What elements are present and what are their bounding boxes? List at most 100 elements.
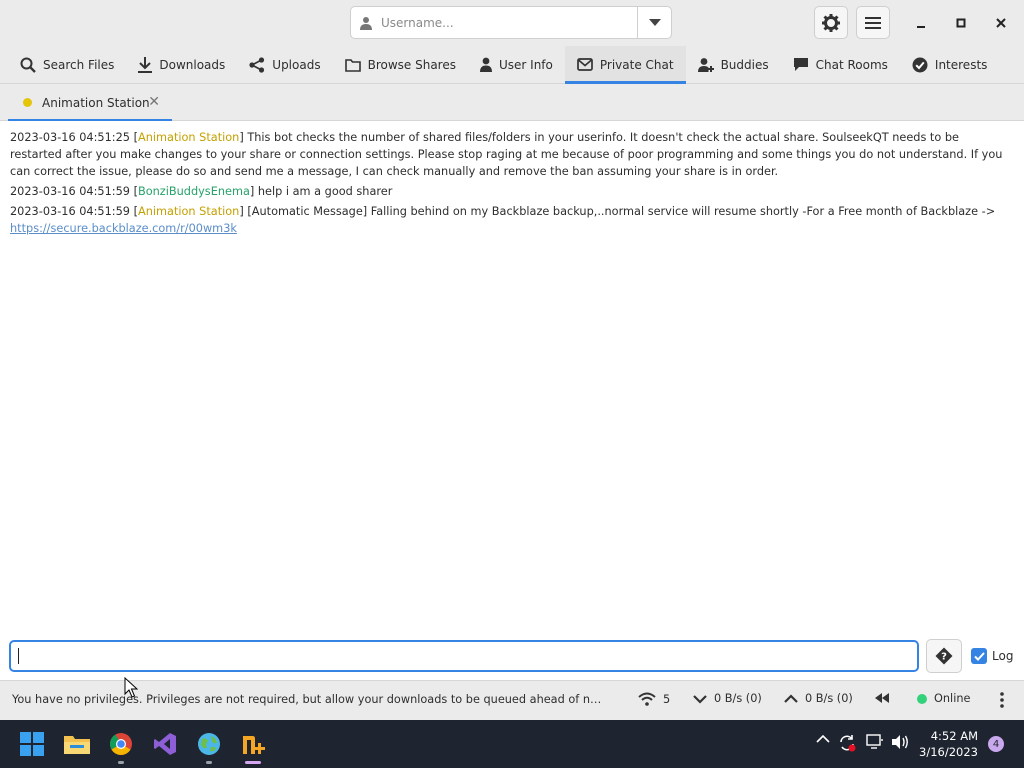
minimize-button[interactable] [906,10,936,36]
online-status-icon [917,693,927,704]
more-vertical-icon [1000,692,1004,708]
connections-indicator[interactable]: 5 [638,692,670,706]
download-icon [138,56,153,73]
tab-uploads[interactable]: Uploads [237,46,332,83]
chat-message: 2023-03-16 04:51:59 [Animation Station] … [10,205,996,235]
chrome-icon [110,733,132,755]
buddy-add-icon [697,57,714,72]
log-checkbox[interactable] [971,648,987,664]
close-tab-icon[interactable]: ✕ [148,94,160,110]
notification-badge[interactable]: 4 [988,736,1004,752]
chevron-up-icon [784,693,798,703]
maximize-button[interactable] [946,10,976,36]
alt-speed-button[interactable] [874,692,890,704]
status-menu-button[interactable] [1000,692,1004,708]
username-input[interactable] [381,7,637,38]
chat-log: 2023-03-16 04:51:25 [Animation Station] … [0,121,1024,635]
message-text: [Automatic Message] Falling behind on my… [247,205,996,218]
folder-icon [344,58,361,72]
taskbar-globe-app[interactable] [193,728,225,764]
text-caret [18,648,19,664]
tray-sync-icon-button[interactable] [838,734,856,752]
maximize-icon [956,18,966,28]
chevron-down-icon [693,694,707,704]
tab-interests[interactable]: Interests [900,46,1000,83]
message-username[interactable]: Animation Station [138,131,239,144]
chevron-down-icon [648,18,661,26]
tab-label: Private Chat [599,57,674,72]
tray-volume-button[interactable] [891,734,909,750]
windows-start-icon [20,732,44,756]
taskbar-file-explorer[interactable] [61,728,93,760]
preferences-button[interactable] [814,6,848,39]
rewind-icon [875,693,889,703]
tab-chat-rooms[interactable]: Chat Rooms [781,46,900,83]
upload-speed-indicator[interactable]: 0 B/s (0) [784,692,853,705]
tab-buddies[interactable]: Buddies [686,46,781,83]
user-status-dot [23,98,32,107]
log-toggle[interactable]: Log [971,648,1013,664]
message-link[interactable]: https://secure.backblaze.com/r/00wm3k [10,222,237,235]
share-icon [249,56,265,73]
tab-browse-shares[interactable]: Browse Shares [333,46,468,83]
close-window-button[interactable] [986,10,1016,36]
chat-message: 2023-03-16 04:51:59 [BonziBuddysEnema] h… [10,185,393,198]
chat-tab-label: Animation Station [42,95,150,110]
connection-status-button[interactable]: Online [917,692,970,705]
visual-studio-icon [154,733,176,755]
tab-downloads[interactable]: Downloads [126,46,237,83]
tab-label: User Info [498,57,553,72]
tab-label: Buddies [720,57,769,72]
chat-entry[interactable] [9,640,919,672]
svg-text:?: ? [941,652,947,663]
mouse-cursor-icon [124,677,138,698]
username-dropdown-button[interactable] [637,7,671,38]
log-label: Log [992,649,1014,663]
globe-app-icon [198,733,220,755]
chat-message: 2023-03-16 04:51:25 [Animation Station] … [10,131,1003,178]
message-username[interactable]: BonziBuddysEnema [138,185,250,198]
sync-icon [840,735,856,752]
nicotine-plus-icon [243,736,265,754]
message-timestamp: 2023-03-16 04:51:59 [10,205,130,218]
clock-time: 4:52 AM [930,729,978,743]
connections-count: 5 [663,692,671,706]
search-icon [20,57,36,73]
active-indicator [245,761,261,764]
tab-private-chat[interactable]: Private Chat [564,46,686,84]
tray-overflow-button[interactable] [816,734,830,744]
tab-search-files[interactable]: Search Files [8,46,126,83]
start-button[interactable] [16,728,48,760]
tab-label: Search Files [43,57,115,72]
tab-user-info[interactable]: User Info [468,46,565,83]
tray-network-button[interactable] [866,734,884,750]
message-text: help i am a good sharer [257,185,393,198]
chat-tab-animation-station[interactable]: Animation Station ✕ [8,84,172,122]
status-message: You have no privileges. Privileges are n… [12,693,607,706]
status-bar: You have no privileges. Privileges are n… [0,680,1024,720]
close-icon [996,18,1006,28]
main-menu-button[interactable] [856,6,890,39]
file-explorer-icon [64,736,90,754]
tab-label: Chat Rooms [815,57,888,72]
chat-message-input[interactable] [11,642,917,670]
minimize-icon [917,26,925,28]
tab-label: Downloads [159,57,226,72]
taskbar-chrome[interactable] [105,728,137,764]
chat-tabs: Animation Station ✕ [0,84,1024,122]
taskbar-nicotine-plus[interactable] [237,728,269,764]
download-speed-indicator[interactable]: 0 B/s (0) [693,692,762,705]
tab-label: Uploads [272,57,321,72]
chevron-up-icon [816,734,830,743]
message-username[interactable]: Animation Station [138,205,239,218]
clock-date: 3/16/2023 [919,745,978,759]
help-button[interactable]: ? [926,639,962,673]
taskbar-clock[interactable]: 4:52 AM 3/16/2023 [918,728,978,760]
checkmark-icon [973,651,985,661]
message-timestamp: 2023-03-16 04:51:25 [10,131,130,144]
username-combo[interactable] [350,6,672,39]
taskbar-visual-studio[interactable] [149,728,181,760]
connection-status: Online [934,692,971,705]
check-circle-icon [912,57,928,72]
header-bar [0,0,1024,46]
